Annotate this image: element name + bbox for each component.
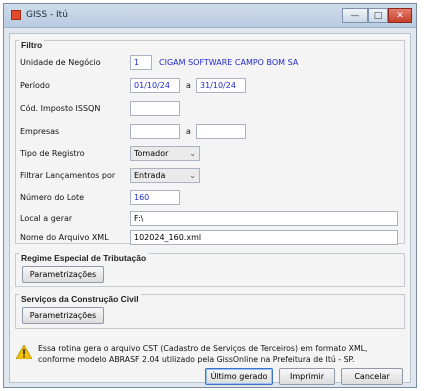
tipo-registro-select[interactable]: Tomador ⌄ — [130, 146, 200, 161]
filtro-group: Filtro Unidade de Negócio 1 CIGAM SOFTWA… — [15, 40, 405, 245]
filtrar-value: Entrada — [134, 171, 166, 180]
window-title: GISS - Itú — [26, 10, 68, 20]
title-bar[interactable]: GISS - Itú — □ ✕ — [4, 4, 416, 28]
cancelar-button[interactable]: Cancelar — [341, 368, 403, 385]
close-button[interactable]: ✕ — [388, 8, 412, 23]
tipo-registro-value: Tomador — [134, 149, 169, 158]
empresas-label: Empresas — [20, 127, 60, 136]
construcao-group: Serviços da Construção Civil Parametriza… — [15, 294, 405, 329]
tipo-registro-label: Tipo de Registro — [20, 149, 85, 158]
chevron-down-icon: ⌄ — [189, 171, 196, 180]
regime-title: Regime Especial de Tributação — [19, 253, 149, 263]
imprimir-button[interactable]: Imprimir — [279, 368, 335, 385]
imposto-label: Cód. Imposto ISSQN — [20, 104, 101, 113]
cancelar-label: Cancelar — [354, 372, 390, 381]
construcao-title: Serviços da Construção Civil — [19, 294, 141, 304]
ultimo-gerado-label: Último gerado — [210, 372, 268, 381]
app-icon — [11, 10, 21, 20]
warning-icon — [16, 345, 32, 359]
filtrar-select[interactable]: Entrada ⌄ — [130, 168, 200, 183]
filtro-title: Filtro — [19, 40, 45, 50]
filtrar-label: Filtrar Lançamentos por — [20, 171, 116, 180]
periodo-label: Período — [20, 81, 50, 90]
empresas-sep: a — [186, 127, 191, 136]
regime-parametrizacoes-button[interactable]: Parametrizações — [22, 266, 104, 283]
regime-group: Regime Especial de Tributação Parametriz… — [15, 253, 405, 287]
unidade-label: Unidade de Negócio — [20, 58, 101, 67]
dialog-window: GISS - Itú — □ ✕ Filtro Unidade de Negóc… — [3, 3, 417, 388]
maximize-button[interactable]: □ — [368, 8, 388, 23]
imposto-input[interactable] — [130, 101, 180, 116]
periodo-sep: a — [186, 81, 191, 90]
imprimir-label: Imprimir — [289, 372, 325, 381]
construcao-parametrizacoes-button[interactable]: Parametrizações — [22, 307, 104, 324]
local-label: Local a gerar — [20, 214, 73, 223]
unidade-name-text: CIGAM SOFTWARE CAMPO BOM SA — [159, 58, 299, 67]
arquivo-input[interactable]: 102024_160.xml — [130, 230, 398, 245]
periodo-from-input[interactable]: 01/10/24 — [130, 78, 180, 93]
client-area: Filtro Unidade de Negócio 1 CIGAM SOFTWA… — [9, 33, 411, 385]
info-message: Essa rotina gera o arquivo CST (Cadastro… — [38, 344, 368, 364]
unidade-code-input[interactable]: 1 — [130, 55, 152, 70]
minimize-button[interactable]: — — [342, 8, 368, 23]
arquivo-label: Nome do Arquivo XML — [20, 233, 109, 242]
ultimo-gerado-button[interactable]: Último gerado — [205, 368, 273, 385]
periodo-to-input[interactable]: 31/10/24 — [196, 78, 246, 93]
empresas-to-input[interactable] — [196, 124, 246, 139]
lote-label: Número do Lote — [20, 193, 85, 202]
lote-input[interactable]: 160 — [130, 190, 180, 205]
chevron-down-icon: ⌄ — [189, 149, 196, 158]
local-input[interactable]: F:\ — [130, 211, 398, 226]
empresas-from-input[interactable] — [130, 124, 180, 139]
